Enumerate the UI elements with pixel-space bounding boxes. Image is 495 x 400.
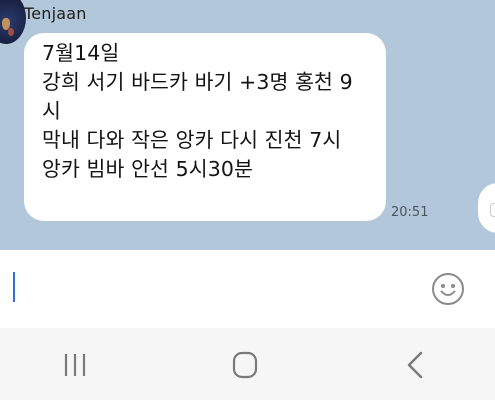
bubble-edge-detail <box>490 203 495 217</box>
back-chevron-icon <box>407 351 423 379</box>
message-line: 막내 다와 작은 앙카 다시 진천 7시 <box>42 128 342 152</box>
message-timestamp: 20:51 <box>391 205 429 220</box>
message-line: 앙카 빔바 안선 5시30분 <box>42 157 253 181</box>
sender-avatar[interactable] <box>0 0 26 44</box>
message-bubble[interactable]: 7월14일 강희 서기 바드카 바기 +3명 홍천 9 시 막내 다와 작은 앙… <box>24 33 386 221</box>
emoji-button[interactable] <box>431 272 465 306</box>
message-input[interactable] <box>10 266 414 308</box>
back-button[interactable] <box>396 348 436 382</box>
chat-area[interactable]: Tenjaan 7월14일 강희 서기 바드카 바기 +3명 홍천 9 시 막내… <box>0 0 495 250</box>
home-icon <box>232 351 258 379</box>
home-button[interactable] <box>225 348 265 382</box>
smiley-face-icon <box>432 273 464 305</box>
message-input-bar <box>0 250 495 328</box>
recent-apps-icon <box>64 354 86 376</box>
partial-message-bubble[interactable] <box>478 183 495 233</box>
message-line: 시 <box>42 99 61 123</box>
avatar-image-detail <box>8 28 14 36</box>
sender-name: Tenjaan <box>24 4 87 23</box>
message-line: 강희 서기 바드카 바기 +3명 홍천 9 <box>42 70 353 94</box>
text-cursor <box>13 272 15 302</box>
system-navigation-bar <box>0 328 495 400</box>
message-line: 7월14일 <box>42 41 120 65</box>
recent-apps-button[interactable] <box>55 348 95 382</box>
